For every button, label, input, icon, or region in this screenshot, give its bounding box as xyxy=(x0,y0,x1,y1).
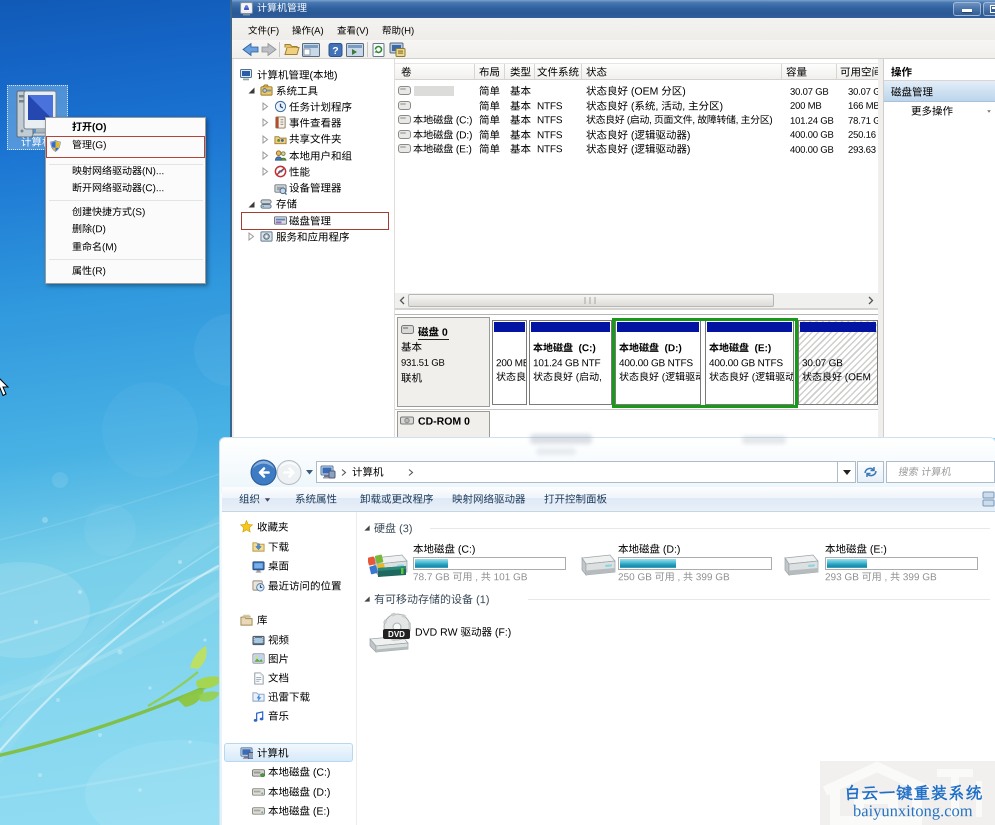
svg-text:?: ? xyxy=(332,45,338,57)
svg-text:DVD: DVD xyxy=(388,630,405,639)
